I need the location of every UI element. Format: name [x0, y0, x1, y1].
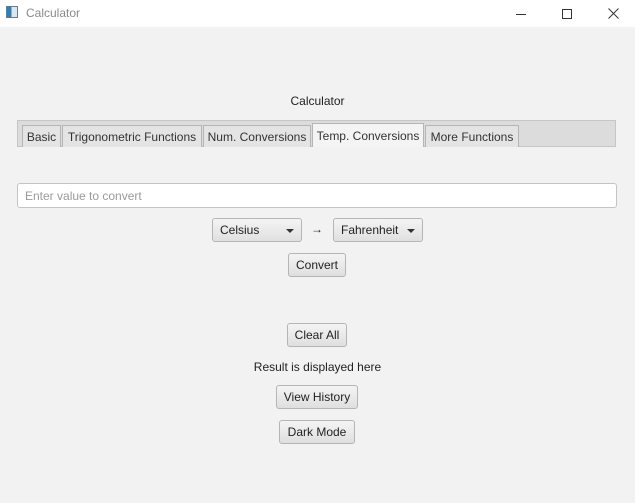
maximize-button[interactable]	[544, 0, 590, 27]
tab-basic[interactable]: Basic	[22, 125, 61, 147]
app-icon	[6, 6, 18, 18]
result-text: Result is displayed here	[253, 360, 382, 374]
window-title: Calculator	[26, 6, 81, 20]
title-bar: Calculator	[0, 0, 635, 27]
tab-temp-conversions[interactable]: Temp. Conversions	[312, 123, 424, 147]
tab-num-conversions[interactable]: Num. Conversions	[203, 125, 311, 147]
to-unit-select[interactable]: Fahrenheit	[333, 218, 423, 242]
to-unit-value: Fahrenheit	[341, 223, 399, 237]
convert-button[interactable]: Convert	[288, 253, 346, 277]
minimize-icon	[516, 13, 526, 15]
view-history-button[interactable]: View History	[276, 385, 358, 409]
close-icon	[607, 8, 619, 19]
chevron-down-icon	[286, 229, 294, 233]
tab-bar: Basic Trigonometric Functions Num. Conve…	[17, 120, 616, 147]
close-button[interactable]	[590, 0, 635, 27]
from-unit-select[interactable]: Celsius	[212, 218, 302, 242]
maximize-icon	[562, 8, 572, 19]
minimize-button[interactable]	[498, 0, 544, 27]
from-unit-value: Celsius	[220, 223, 260, 237]
clear-all-button[interactable]: Clear All	[287, 323, 347, 347]
value-input[interactable]	[17, 183, 617, 208]
conversion-arrow: →	[311, 222, 323, 236]
tab-more-functions[interactable]: More Functions	[425, 125, 519, 147]
dark-mode-button[interactable]: Dark Mode	[279, 420, 355, 444]
chevron-down-icon	[407, 229, 415, 233]
page-title: Calculator	[290, 94, 345, 108]
tab-trigonometric-functions[interactable]: Trigonometric Functions	[62, 125, 202, 147]
